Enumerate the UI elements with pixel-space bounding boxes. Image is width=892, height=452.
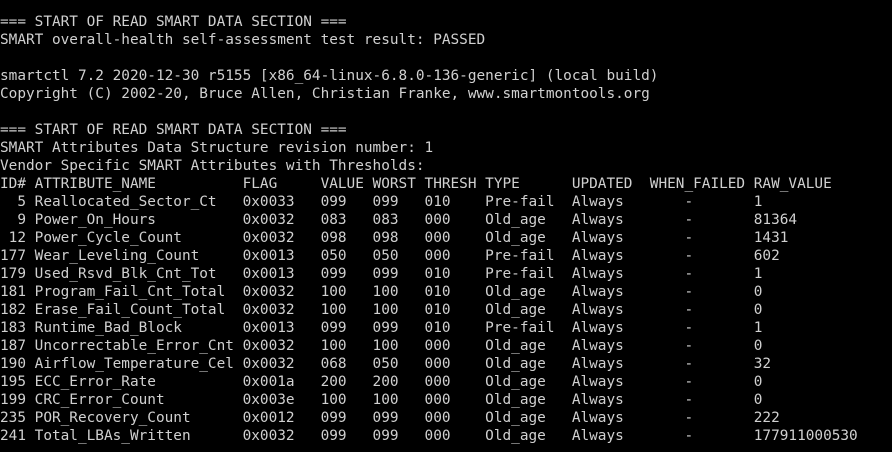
table-row: 181 Program_Fail_Cnt_Total 0x0032 100 10… <box>0 284 763 300</box>
table-row: 179 Used_Rsvd_Blk_Cnt_Tot 0x0013 099 099… <box>0 266 763 282</box>
terminal-line: === START OF READ SMART DATA SECTION === <box>0 14 347 30</box>
table-row: 182 Erase_Fail_Count_Total 0x0032 100 10… <box>0 302 763 318</box>
table-row: 199 CRC_Error_Count 0x003e 100 100 000 O… <box>0 392 763 408</box>
table-row: 5 Reallocated_Sector_Ct 0x0033 099 099 0… <box>0 194 763 210</box>
table-row: 12 Power_Cycle_Count 0x0032 098 098 000 … <box>0 230 789 246</box>
terminal-line: SMART overall-health self-assessment tes… <box>0 32 486 48</box>
terminal-output[interactable]: === START OF READ SMART DATA SECTION ===… <box>0 0 892 452</box>
terminal-line: Copyright (C) 2002-20, Bruce Allen, Chri… <box>0 86 650 102</box>
table-row: 190 Airflow_Temperature_Cel 0x0032 068 0… <box>0 356 772 372</box>
table-row: 9 Power_On_Hours 0x0032 083 083 000 Old_… <box>0 212 798 228</box>
table-row: 187 Uncorrectable_Error_Cnt 0x0032 100 1… <box>0 338 763 354</box>
terminal-line: === START OF READ SMART DATA SECTION === <box>0 122 347 138</box>
table-row: 177 Wear_Leveling_Count 0x0013 050 050 0… <box>0 248 780 264</box>
table-row: 195 ECC_Error_Rate 0x001a 200 200 000 Ol… <box>0 374 763 390</box>
table-header: ID# ATTRIBUTE_NAME FLAG VALUE WORST THRE… <box>0 176 832 192</box>
table-row: 183 Runtime_Bad_Block 0x0013 099 099 010… <box>0 320 763 336</box>
table-row: 235 POR_Recovery_Count 0x0012 099 099 00… <box>0 410 780 426</box>
terminal-line: Vendor Specific SMART Attributes with Th… <box>0 158 425 174</box>
terminal-line: SMART Attributes Data Structure revision… <box>0 140 434 156</box>
terminal-line: smartctl 7.2 2020-12-30 r5155 [x86_64-li… <box>0 68 659 84</box>
table-row: 241 Total_LBAs_Written 0x0032 099 099 00… <box>0 428 858 444</box>
